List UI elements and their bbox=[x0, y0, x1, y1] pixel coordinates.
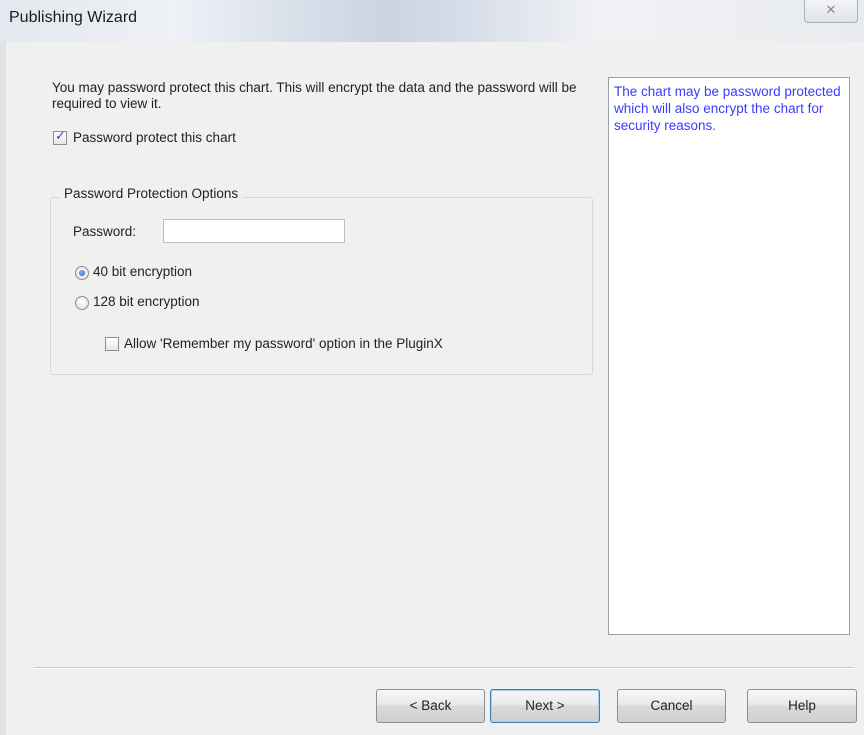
help-text: The chart may be password protected whic… bbox=[614, 84, 841, 133]
password-input[interactable] bbox=[163, 219, 345, 243]
radio-128-bit-label[interactable]: 128 bit encryption bbox=[93, 294, 200, 309]
close-button[interactable]: ✕ bbox=[804, 0, 858, 23]
help-panel: The chart may be password protected whic… bbox=[608, 77, 850, 635]
radio-40-bit-label[interactable]: 40 bit encryption bbox=[93, 264, 192, 279]
remember-password-checkbox[interactable] bbox=[105, 337, 119, 351]
password-label: Password: bbox=[73, 224, 137, 239]
password-options-title: Password Protection Options bbox=[60, 186, 243, 201]
window-frame-edge bbox=[0, 42, 6, 735]
radio-40-bit[interactable] bbox=[75, 266, 89, 280]
footer-separator bbox=[34, 667, 854, 669]
remember-password-label[interactable]: Allow 'Remember my password' option in t… bbox=[124, 336, 443, 351]
radio-128-bit[interactable] bbox=[75, 296, 89, 310]
password-protect-checkbox[interactable] bbox=[53, 129, 67, 145]
help-button[interactable]: Help bbox=[747, 689, 857, 723]
next-button[interactable]: Next > bbox=[490, 689, 600, 723]
title-bar: Publishing Wizard ✕ bbox=[0, 0, 864, 42]
window-title: Publishing Wizard bbox=[9, 9, 138, 26]
back-button[interactable]: < Back bbox=[376, 689, 485, 723]
cancel-button[interactable]: Cancel bbox=[617, 689, 726, 723]
password-protect-label[interactable]: Password protect this chart bbox=[73, 130, 236, 145]
close-icon: ✕ bbox=[825, 2, 837, 17]
intro-text: You may password protect this chart. Thi… bbox=[52, 80, 577, 111]
